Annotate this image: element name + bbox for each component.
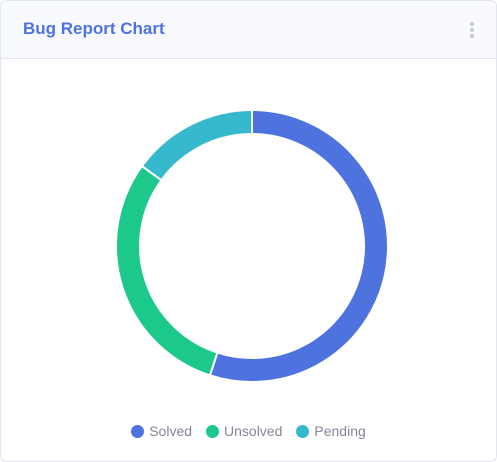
legend-item-unsolved[interactable]: Unsolved (206, 423, 282, 439)
menu-dot (470, 22, 474, 26)
card-header: Bug Report Chart (1, 1, 496, 59)
doughnut-chart: Solved Unsolved Pending (1, 59, 496, 459)
bug-report-card: Bug Report Chart Solved Unsolved Pending (0, 0, 497, 462)
legend-label: Pending (314, 423, 366, 439)
doughnut-segment-pending[interactable] (140, 108, 253, 182)
legend-dot (296, 424, 310, 438)
legend-label: Solved (149, 423, 193, 439)
chart-legend: Solved Unsolved Pending (1, 423, 496, 439)
legend-dot (206, 424, 220, 438)
legend-item-pending[interactable]: Pending (296, 423, 366, 439)
vertical-ellipsis-icon[interactable] (468, 21, 476, 39)
legend-label: Unsolved (224, 423, 283, 439)
legend-dot (131, 424, 145, 438)
menu-dot (470, 28, 474, 32)
doughnut-segment-solved[interactable] (208, 108, 389, 383)
doughnut-segment-unsolved[interactable] (115, 164, 219, 377)
legend-item-solved[interactable]: Solved (131, 423, 192, 439)
menu-dot (470, 34, 474, 38)
card-title: Bug Report Chart (23, 19, 165, 38)
doughnut-svg (115, 108, 389, 383)
